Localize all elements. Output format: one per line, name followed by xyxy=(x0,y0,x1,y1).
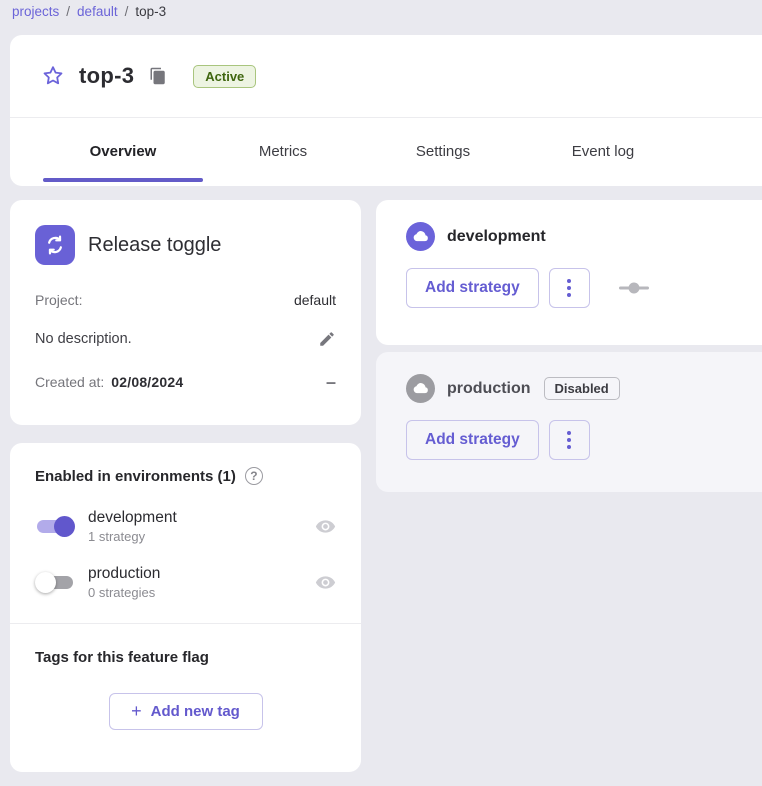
production-toggle[interactable] xyxy=(35,572,75,593)
environment-name: production xyxy=(88,565,160,583)
description-row: No description. xyxy=(35,330,336,348)
help-icon[interactable]: ? xyxy=(245,467,263,485)
favorite-star-icon[interactable] xyxy=(40,63,66,89)
more-options-button[interactable] xyxy=(549,420,590,460)
created-at-row: Created at: 02/08/2024 – xyxy=(35,374,336,390)
created-at-label: Created at: xyxy=(35,374,104,390)
environment-card-development: development Add strategy xyxy=(376,200,762,345)
environment-row-development: development 1 strategy xyxy=(35,509,336,544)
status-badge: Active xyxy=(193,65,256,88)
more-options-button[interactable] xyxy=(549,268,590,308)
add-strategy-button[interactable]: Add strategy xyxy=(406,268,539,308)
breadcrumb-separator: / xyxy=(125,4,129,19)
breadcrumb-current: top-3 xyxy=(135,4,166,19)
edit-description-icon[interactable] xyxy=(318,330,336,348)
tab-overview[interactable]: Overview xyxy=(43,118,203,185)
right-column: development Add strategy production xyxy=(376,200,762,492)
eye-icon[interactable] xyxy=(315,572,336,593)
flag-overview-card: Release toggle Project: default No descr… xyxy=(10,200,361,425)
add-new-tag-label: Add new tag xyxy=(151,703,240,720)
tab-settings[interactable]: Settings xyxy=(363,118,523,185)
cloud-environment-icon xyxy=(406,222,435,251)
environment-card-title: production xyxy=(447,380,531,398)
created-at-value: 02/08/2024 xyxy=(111,374,183,390)
project-row: Project: default xyxy=(35,292,336,308)
environment-card-production: production Disabled Add strategy xyxy=(376,352,762,492)
environment-strategy-count: 1 strategy xyxy=(88,529,177,544)
environments-and-tags-card: Enabled in environments (1) ? developmen… xyxy=(10,443,361,772)
environment-card-title: development xyxy=(447,228,546,246)
project-label: Project: xyxy=(35,292,82,308)
breadcrumb-link-projects[interactable]: projects xyxy=(12,4,59,19)
copy-name-icon[interactable] xyxy=(149,67,167,85)
tab-metrics[interactable]: Metrics xyxy=(203,118,363,185)
environment-row-production: production 0 strategies xyxy=(35,565,336,600)
toggle-type-label: Release toggle xyxy=(88,234,221,257)
page-title: top-3 xyxy=(79,63,134,89)
breadcrumb-link-default[interactable]: default xyxy=(77,4,118,19)
plus-icon: + xyxy=(131,701,142,722)
release-toggle-icon xyxy=(35,225,75,265)
description-text: No description. xyxy=(35,331,132,347)
feature-title-row: top-3 Active xyxy=(10,35,762,118)
breadcrumb-separator: / xyxy=(66,4,70,19)
eye-icon[interactable] xyxy=(315,516,336,537)
tags-section-title: Tags for this feature flag xyxy=(35,649,336,666)
development-toggle[interactable] xyxy=(35,516,75,537)
left-column: Release toggle Project: default No descr… xyxy=(10,200,361,772)
breadcrumb: projects / default / top-3 xyxy=(12,4,166,19)
environment-name: development xyxy=(88,509,177,527)
kebab-menu-icon xyxy=(567,279,571,297)
tab-event-log[interactable]: Event log xyxy=(523,118,683,185)
card-divider xyxy=(10,623,361,624)
feature-tabs: Overview Metrics Settings Event log xyxy=(10,118,762,185)
add-strategy-button[interactable]: Add strategy xyxy=(406,420,539,460)
enabled-environments-title: Enabled in environments (1) xyxy=(35,468,236,485)
add-new-tag-button[interactable]: + Add new tag xyxy=(109,693,263,730)
disabled-badge: Disabled xyxy=(544,377,620,400)
project-value: default xyxy=(294,292,336,308)
rollout-indicator-icon xyxy=(619,282,649,294)
cloud-environment-icon xyxy=(406,374,435,403)
environment-strategy-count: 0 strategies xyxy=(88,585,160,600)
collapse-details-icon[interactable]: – xyxy=(326,377,336,387)
toggle-type-row: Release toggle xyxy=(35,225,336,265)
kebab-menu-icon xyxy=(567,431,571,449)
feature-header-card: top-3 Active Overview Metrics Settings E… xyxy=(10,35,762,186)
